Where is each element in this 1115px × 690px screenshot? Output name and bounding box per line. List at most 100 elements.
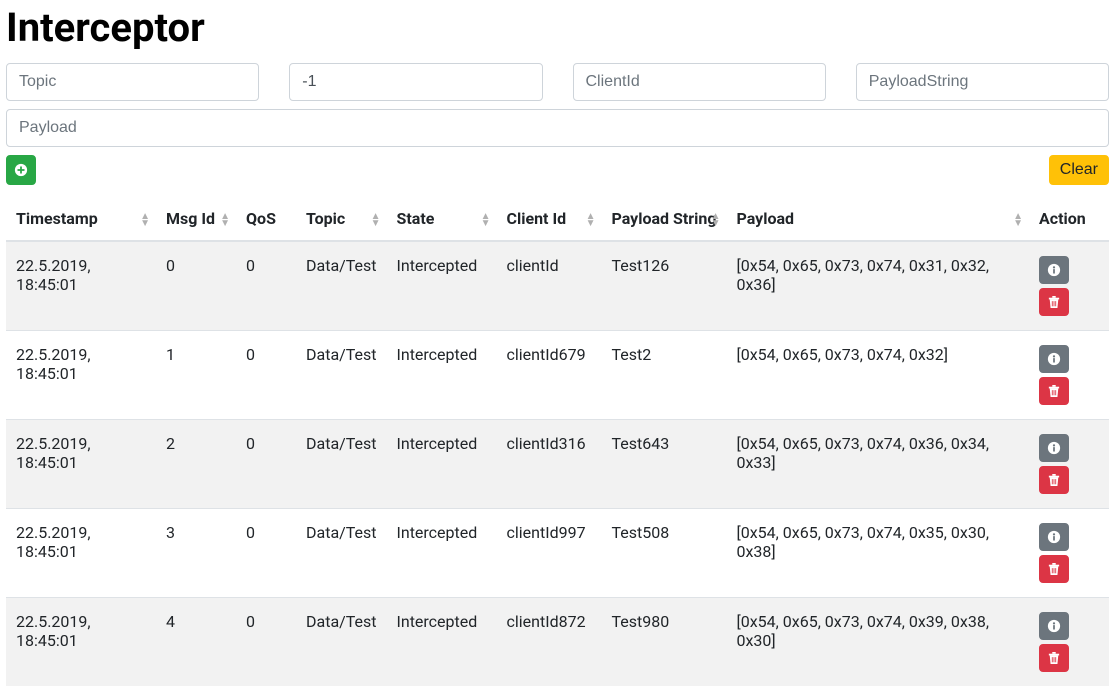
sort-icon: ▲▼	[711, 213, 721, 227]
payload-input[interactable]	[6, 109, 1109, 147]
delete-button[interactable]	[1039, 555, 1069, 583]
cell-clientid: clientId	[497, 241, 602, 331]
col-topic[interactable]: Topic▲▼	[296, 199, 387, 241]
trash-icon	[1048, 473, 1060, 487]
cell-payload: [0x54, 0x65, 0x73, 0x74, 0x36, 0x34, 0x3…	[727, 420, 1030, 509]
cell-payloadstring: Test980	[602, 598, 727, 687]
payloadstring-input[interactable]	[856, 63, 1109, 101]
delete-button[interactable]	[1039, 644, 1069, 672]
trash-icon	[1048, 651, 1060, 665]
info-button[interactable]	[1039, 256, 1069, 284]
cell-qos: 0	[236, 241, 296, 331]
cell-payloadstring: Test126	[602, 241, 727, 331]
cell-clientid: clientId872	[497, 598, 602, 687]
table-row: 22.5.2019, 18:45:0110Data/TestIntercepte…	[6, 331, 1109, 420]
col-payload-label: Payload	[737, 209, 795, 228]
col-payload[interactable]: Payload ▲▼	[727, 199, 1030, 241]
cell-msgid: 4	[156, 598, 236, 687]
trash-icon	[1048, 562, 1060, 576]
plus-circle-icon	[14, 163, 28, 177]
cell-payload: [0x54, 0x65, 0x73, 0x74, 0x35, 0x30, 0x3…	[727, 509, 1030, 598]
col-timestamp-label: Timestamp	[16, 209, 98, 228]
cell-timestamp: 22.5.2019, 18:45:01	[6, 509, 156, 598]
delete-button[interactable]	[1039, 288, 1069, 316]
col-state[interactable]: State ▲▼	[387, 199, 497, 241]
cell-state: Intercepted	[387, 598, 497, 687]
sort-icon: ▲▼	[481, 213, 491, 227]
cell-topic: Data/Test	[296, 420, 387, 509]
cell-qos: 0	[236, 331, 296, 420]
action-bar: Clear	[6, 155, 1109, 185]
info-icon	[1047, 263, 1061, 277]
delete-button[interactable]	[1039, 466, 1069, 494]
msgid-input[interactable]	[289, 63, 542, 101]
cell-topic: Data/Test	[296, 331, 387, 420]
col-action-label: Action	[1039, 209, 1086, 228]
cell-payload: [0x54, 0x65, 0x73, 0x74, 0x39, 0x38, 0x3…	[727, 598, 1030, 687]
cell-action	[1029, 509, 1109, 598]
cell-topic: Data/Test	[296, 509, 387, 598]
cell-payloadstring: Test2	[602, 331, 727, 420]
trash-icon	[1048, 384, 1060, 398]
table-row: 22.5.2019, 18:45:0100Data/TestIntercepte…	[6, 241, 1109, 331]
col-payloadstring-label: Payload String	[612, 209, 717, 228]
cell-state: Intercepted	[387, 509, 497, 598]
cell-timestamp: 22.5.2019, 18:45:01	[6, 598, 156, 687]
filter-row-2	[6, 109, 1109, 147]
col-action: Action	[1029, 199, 1109, 241]
info-button[interactable]	[1039, 612, 1069, 640]
cell-qos: 0	[236, 420, 296, 509]
info-button[interactable]	[1039, 523, 1069, 551]
cell-topic: Data/Test	[296, 598, 387, 687]
cell-action	[1029, 420, 1109, 509]
trash-icon	[1048, 295, 1060, 309]
cell-msgid: 3	[156, 509, 236, 598]
cell-payloadstring: Test508	[602, 509, 727, 598]
cell-payloadstring: Test643	[602, 420, 727, 509]
cell-payload: [0x54, 0x65, 0x73, 0x74, 0x32]	[727, 331, 1030, 420]
cell-state: Intercepted	[387, 241, 497, 331]
col-qos-label: QoS	[246, 209, 276, 228]
cell-qos: 0	[236, 509, 296, 598]
info-button[interactable]	[1039, 345, 1069, 373]
info-icon	[1047, 352, 1061, 366]
clientid-input[interactable]	[573, 63, 826, 101]
col-qos: QoS	[236, 199, 296, 241]
cell-qos: 0	[236, 598, 296, 687]
col-clientid[interactable]: Client Id▲▼	[497, 199, 602, 241]
col-msgid[interactable]: Msg Id ▲▼	[156, 199, 236, 241]
table-row: 22.5.2019, 18:45:0140Data/TestIntercepte…	[6, 598, 1109, 687]
message-table: Timestamp▲▼ Msg Id▲▼ QoS Topic▲▼ State▲▼…	[6, 199, 1109, 686]
sort-icon: ▲▼	[371, 213, 381, 227]
cell-topic: Data/Test	[296, 241, 387, 331]
col-payloadstring[interactable]: Payload String▲▼	[602, 199, 727, 241]
page-title: Interceptor	[6, 4, 1109, 51]
info-icon	[1047, 619, 1061, 633]
delete-button[interactable]	[1039, 377, 1069, 405]
table-row: 22.5.2019, 18:45:0120Data/TestIntercepte…	[6, 420, 1109, 509]
col-msgid-label: Msg Id	[166, 209, 215, 228]
table-header-row: Timestamp▲▼ Msg Id▲▼ QoS Topic▲▼ State▲▼…	[6, 199, 1109, 241]
cell-msgid: 0	[156, 241, 236, 331]
col-clientid-label: Client Id	[507, 209, 567, 228]
clear-button[interactable]: Clear	[1049, 155, 1109, 185]
sort-icon: ▲▼	[220, 213, 230, 227]
cell-timestamp: 22.5.2019, 18:45:01	[6, 331, 156, 420]
info-icon	[1047, 441, 1061, 455]
cell-action	[1029, 598, 1109, 687]
info-button[interactable]	[1039, 434, 1069, 462]
filter-row-1	[6, 63, 1109, 101]
cell-msgid: 1	[156, 331, 236, 420]
add-button[interactable]	[6, 155, 36, 185]
cell-action	[1029, 331, 1109, 420]
cell-clientid: clientId997	[497, 509, 602, 598]
cell-timestamp: 22.5.2019, 18:45:01	[6, 420, 156, 509]
topic-input[interactable]	[6, 63, 259, 101]
cell-state: Intercepted	[387, 331, 497, 420]
col-state-label: State	[397, 209, 435, 228]
col-timestamp[interactable]: Timestamp▲▼	[6, 199, 156, 241]
cell-payload: [0x54, 0x65, 0x73, 0x74, 0x31, 0x32, 0x3…	[727, 241, 1030, 331]
cell-timestamp: 22.5.2019, 18:45:01	[6, 241, 156, 331]
info-icon	[1047, 530, 1061, 544]
sort-icon: ▲▼	[1013, 213, 1023, 227]
